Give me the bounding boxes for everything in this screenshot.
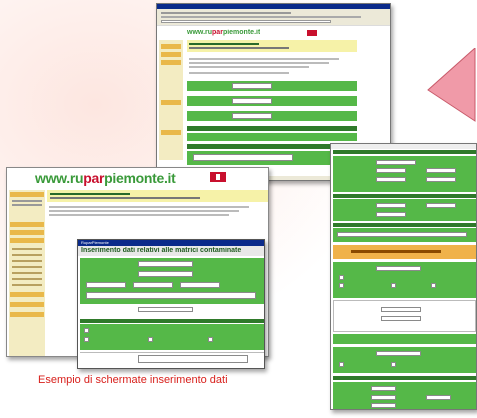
flag-icon [210, 172, 226, 182]
logo: www.ruparpiemonte.it [35, 170, 176, 186]
nav-item[interactable] [10, 230, 44, 235]
form-section-2 [80, 324, 264, 350]
left-nav [9, 190, 45, 356]
browser-toolbar [157, 9, 390, 25]
input-field[interactable] [180, 282, 220, 288]
form-dialog: RuparPiemonte Inserimento dati relativi … [77, 239, 265, 369]
screenshot-tall-form [330, 143, 477, 410]
nav-item[interactable] [10, 302, 44, 307]
left-nav [159, 40, 183, 160]
input-field[interactable] [133, 282, 173, 288]
form-title: Inserimento dati relativi alle matrici c… [81, 247, 242, 254]
nav-item[interactable] [10, 292, 44, 297]
nav-item[interactable] [10, 312, 44, 317]
section-header [47, 190, 268, 202]
radio-button[interactable] [84, 337, 89, 342]
site-header: www.ruparpiemonte.it [7, 168, 268, 188]
input-field[interactable] [86, 282, 126, 288]
caption: Esempio di schermate inserimento dati [38, 374, 228, 386]
radio-button[interactable] [84, 328, 89, 333]
input-field[interactable] [86, 292, 256, 299]
textarea-field[interactable] [138, 355, 248, 363]
select-field[interactable] [138, 307, 193, 312]
arrow-shape [427, 48, 476, 122]
input-field[interactable] [138, 261, 193, 267]
nav-item[interactable] [10, 238, 44, 243]
logo-small: www.ruparpiemonte.it [187, 29, 261, 36]
nav-item[interactable] [10, 222, 44, 227]
radio-button[interactable] [208, 337, 213, 342]
radio-button[interactable] [148, 337, 153, 342]
nav-item[interactable] [10, 192, 44, 197]
dialog-heading-band: Inserimento dati relativi alle matrici c… [78, 246, 264, 256]
input-field[interactable] [138, 271, 193, 277]
dialog-title: RuparPiemonte [81, 240, 109, 245]
